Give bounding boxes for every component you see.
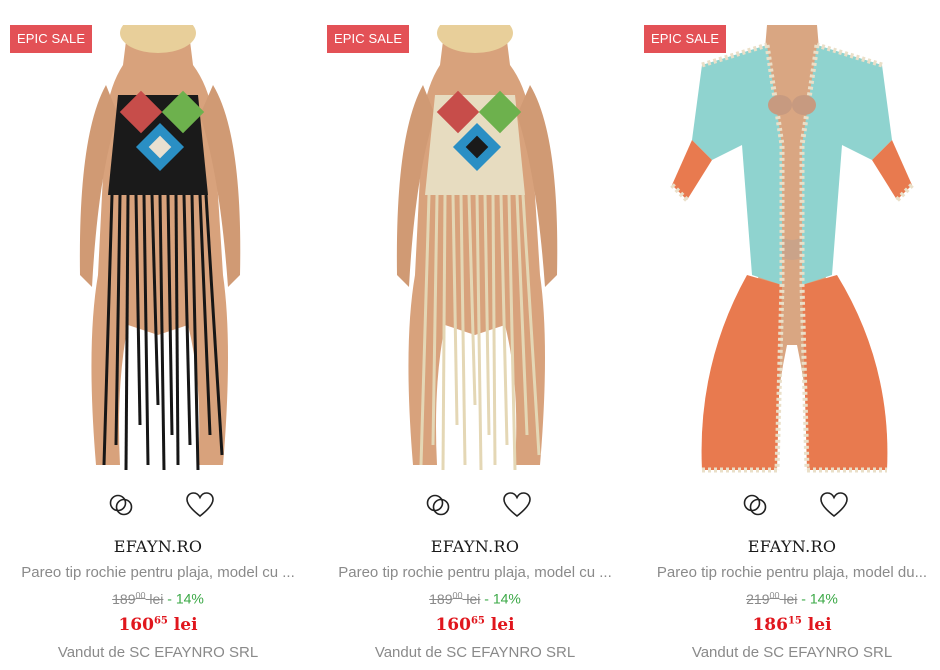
heart-outline-icon: [186, 492, 214, 518]
product-brand[interactable]: EFAYN.RO: [8, 537, 308, 556]
discount-percent: - 14%: [484, 590, 521, 607]
current-price: 16065 lei: [118, 615, 198, 635]
product-actions: [642, 489, 940, 521]
old-price: 18900 lei: [429, 590, 481, 607]
compare-button[interactable]: [739, 489, 771, 521]
compare-button[interactable]: [105, 489, 137, 521]
product-actions: [325, 489, 625, 521]
product-image[interactable]: [325, 25, 625, 475]
compare-rings-icon: [109, 494, 133, 516]
discount-percent: - 14%: [167, 590, 204, 607]
product-title[interactable]: Pareo tip rochie pentru plaja, model cu …: [8, 564, 308, 581]
current-price: 16065 lei: [435, 615, 515, 635]
product-actions: [8, 489, 308, 521]
seller-info: Vandut de SC EFAYNRO SRL: [57, 644, 259, 661]
sale-badge: EPIC SALE: [327, 25, 410, 53]
product-brand[interactable]: EFAYN.RO: [325, 537, 625, 556]
sale-badge: EPIC SALE: [644, 25, 727, 53]
product-card[interactable]: EPIC SALE EFAYN.RO Pareo tip rochie pent…: [325, 0, 625, 670]
seller-info: Vandut de SC EFAYNRO SRL: [691, 644, 893, 661]
old-price-row: 18900 lei - 14%: [325, 590, 625, 607]
wishlist-button[interactable]: [184, 489, 216, 521]
product-grid: EPIC SALE EFAYN.RO Pareo tip rochie pent…: [0, 0, 940, 670]
wishlist-button[interactable]: [818, 489, 850, 521]
product-photo: [396, 25, 558, 471]
product-title[interactable]: Pareo tip rochie pentru plaja, model cu …: [325, 564, 625, 581]
sale-badge: EPIC SALE: [10, 25, 93, 53]
old-price: 18900 lei: [112, 590, 164, 607]
discount-percent: - 14%: [801, 590, 838, 607]
product-photo: [79, 25, 241, 471]
heart-outline-icon: [820, 492, 848, 518]
product-title[interactable]: Pareo tip rochie pentru plaja, model du.…: [642, 564, 940, 581]
current-price: 18615 lei: [752, 615, 832, 635]
product-brand[interactable]: EFAYN.RO: [642, 537, 940, 556]
product-image[interactable]: [8, 25, 308, 475]
wishlist-button[interactable]: [501, 489, 533, 521]
seller-info: Vandut de SC EFAYNRO SRL: [374, 644, 576, 661]
product-photo: [670, 25, 914, 473]
old-price-row: 18900 lei - 14%: [8, 590, 308, 607]
old-price: 21900 lei: [746, 590, 798, 607]
old-price-row: 21900 lei - 14%: [642, 590, 940, 607]
compare-rings-icon: [426, 494, 450, 516]
product-image[interactable]: [642, 25, 940, 475]
compare-button[interactable]: [422, 489, 454, 521]
product-card[interactable]: EPIC SALE EFAYN.RO Pareo tip rochie pent…: [642, 0, 940, 670]
product-card[interactable]: EPIC SALE EFAYN.RO Pareo tip rochie pent…: [8, 0, 308, 670]
heart-outline-icon: [503, 492, 531, 518]
compare-rings-icon: [743, 494, 767, 516]
